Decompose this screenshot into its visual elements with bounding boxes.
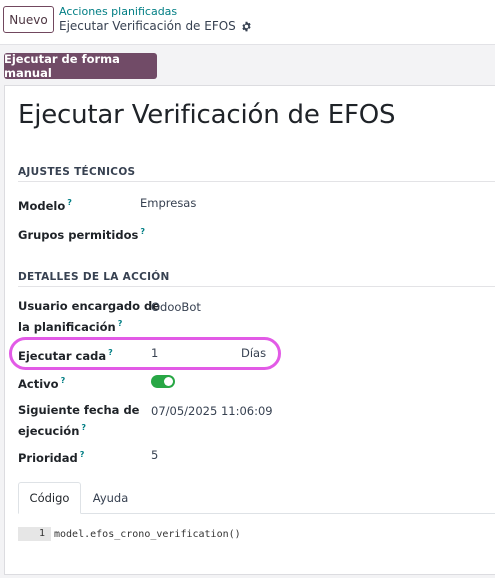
run-manually-button[interactable]: Ejecutar de forma manual: [4, 52, 157, 80]
record-title[interactable]: Ejecutar Verificación de EFOS: [18, 100, 395, 130]
notebook-tabs: Código Ayuda: [18, 482, 495, 514]
section-divider: [18, 286, 495, 287]
breadcrumb-current-label: Ejecutar Verificación de EFOS: [59, 19, 236, 33]
tab-code[interactable]: Código: [18, 482, 81, 514]
section-technical-title: AJUSTES TÉCNICOS: [18, 166, 136, 178]
line-number: 1: [18, 527, 51, 541]
interval-unit-select[interactable]: Días: [241, 346, 266, 360]
breadcrumb-parent-link[interactable]: Acciones planificadas: [59, 5, 177, 18]
user-label: Usuario encargado de la planificación?: [18, 299, 161, 334]
help-tooltip-icon[interactable]: ?: [67, 198, 72, 207]
help-tooltip-icon[interactable]: ?: [80, 450, 85, 459]
help-tooltip-icon[interactable]: ?: [81, 423, 86, 432]
help-tooltip-icon[interactable]: ?: [140, 227, 145, 236]
breadcrumb-current: Ejecutar Verificación de EFOS: [59, 19, 252, 33]
user-value[interactable]: OdooBot: [151, 300, 201, 314]
help-tooltip-icon[interactable]: ?: [61, 376, 66, 385]
model-label: Modelo?: [18, 198, 72, 213]
new-button[interactable]: Nuevo: [3, 6, 54, 33]
active-label: Activo?: [18, 376, 66, 391]
help-tooltip-icon[interactable]: ?: [108, 348, 113, 357]
interval-label: Ejecutar cada?: [18, 348, 113, 363]
model-value[interactable]: Empresas: [140, 196, 196, 210]
code-line[interactable]: model.efos_crono_verification(): [51, 529, 241, 540]
groups-label: Grupos permitidos?: [18, 227, 145, 242]
interval-number-input[interactable]: 1: [151, 346, 158, 360]
groups-field[interactable]: [151, 225, 481, 241]
help-tooltip-icon[interactable]: ?: [118, 319, 123, 328]
nextcall-label: Siguiente fecha de ejecución?: [18, 403, 140, 438]
section-action-title: DETALLES DE LA ACCIÓN: [18, 271, 170, 283]
tab-help[interactable]: Ayuda: [81, 482, 140, 514]
form-sheet: Ejecutar Verificación de EFOS AJUSTES TÉ…: [4, 85, 495, 575]
gear-icon[interactable]: [241, 21, 252, 32]
code-editor[interactable]: 1 model.efos_crono_verification(): [18, 526, 495, 542]
nextcall-value[interactable]: 07/05/2025 11:06:09: [151, 404, 273, 418]
section-divider: [18, 181, 495, 182]
control-panel: Nuevo Acciones planificadas Ejecutar Ver…: [0, 0, 495, 45]
active-toggle[interactable]: [151, 375, 175, 388]
priority-label: Prioridad?: [18, 450, 85, 465]
priority-value[interactable]: 5: [151, 448, 158, 462]
